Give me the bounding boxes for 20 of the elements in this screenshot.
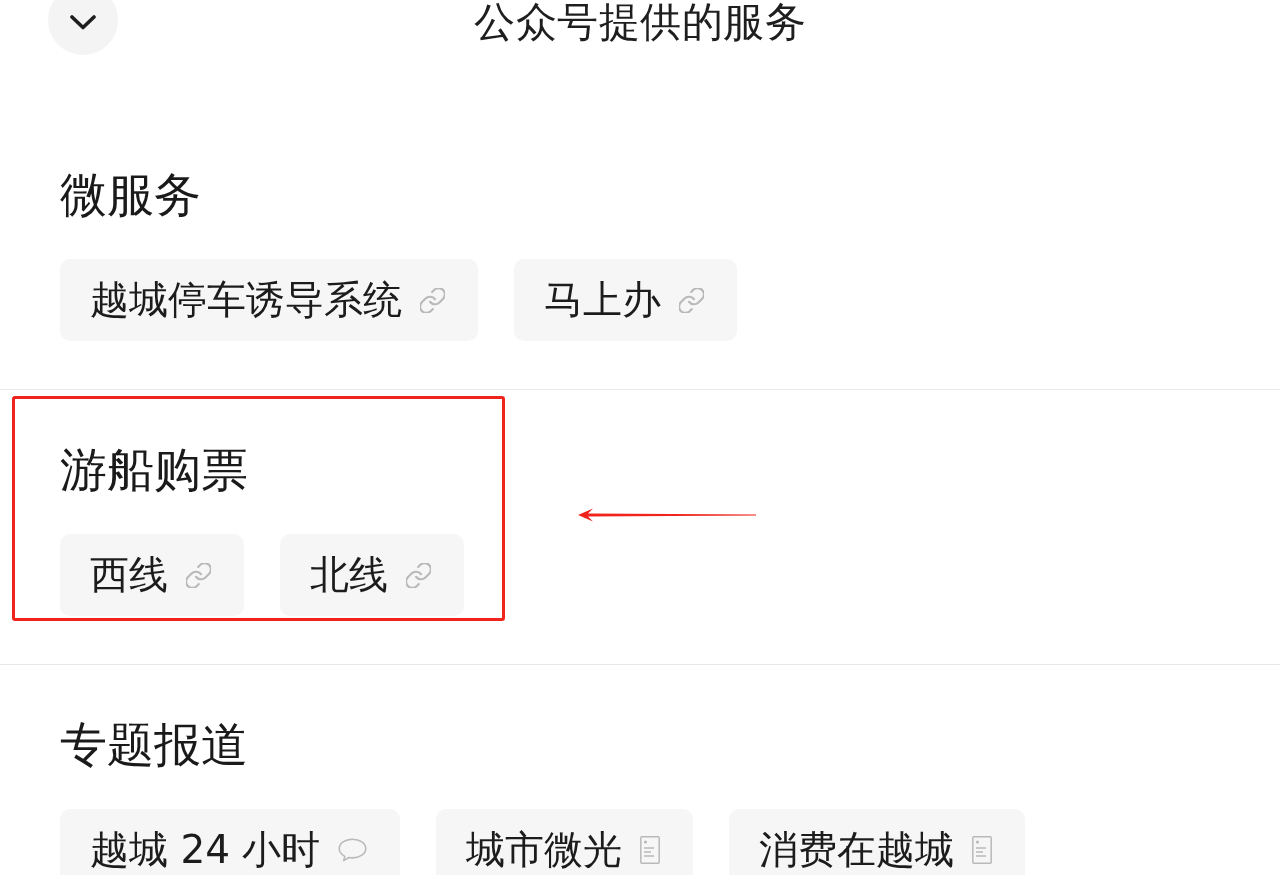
service-link[interactable]: 北线 bbox=[280, 534, 464, 616]
section-heading: 微服务 bbox=[60, 170, 202, 220]
link-icon bbox=[186, 562, 211, 588]
collapse-button[interactable] bbox=[48, 0, 118, 55]
service-link[interactable]: 越城 24 小时 bbox=[60, 809, 401, 875]
speech-bubble-icon bbox=[338, 838, 368, 862]
page-title: 公众号提供的服务 bbox=[474, 0, 806, 46]
section-heading: 专题报道 bbox=[60, 720, 249, 770]
chevron-down-icon bbox=[70, 14, 96, 30]
link-icon bbox=[420, 287, 445, 313]
service-link[interactable]: 越城停车诱导系统 bbox=[60, 259, 478, 341]
section-heading: 游船购票 bbox=[60, 445, 249, 495]
document-icon bbox=[640, 836, 661, 864]
service-link[interactable]: 马上办 bbox=[514, 259, 737, 341]
service-link[interactable]: 消费在越城 bbox=[729, 809, 1026, 875]
document-icon bbox=[972, 836, 993, 864]
link-icon bbox=[679, 287, 704, 313]
service-link[interactable]: 城市微光 bbox=[436, 809, 694, 875]
service-link[interactable]: 西线 bbox=[60, 534, 244, 616]
link-icon bbox=[406, 562, 431, 588]
